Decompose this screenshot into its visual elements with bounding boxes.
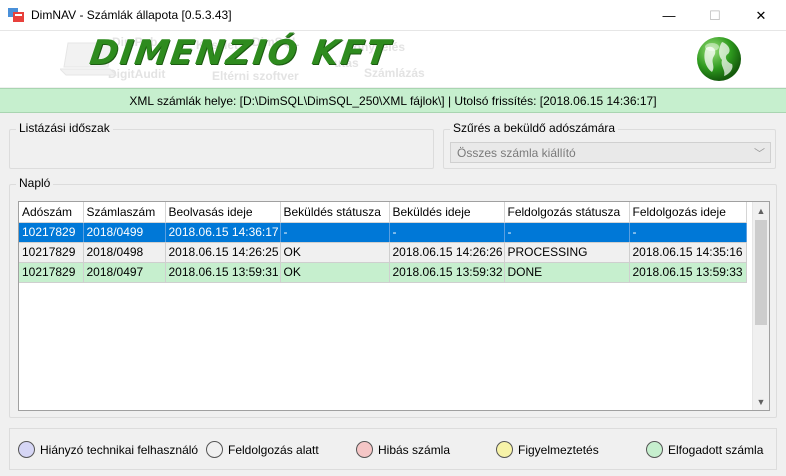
cell-submit-time: 2018.06.15 13:59:32 xyxy=(389,262,505,283)
column-header-tax-number[interactable]: Adószám xyxy=(19,202,84,223)
listing-period-group: Listázási időszak xyxy=(9,121,434,169)
cell-submit-time: - xyxy=(389,222,505,243)
cell-submit-status: - xyxy=(280,222,390,243)
table-row[interactable]: 10217829 2018/0499 2018.06.15 14:36:17 -… xyxy=(19,222,747,243)
cell-submit-time: 2018.06.15 14:26:26 xyxy=(389,242,505,263)
filter-group: Szűrés a beküldő adószámára Összes száml… xyxy=(443,121,776,169)
issuer-filter-select[interactable]: Összes számla kiállító ﹀ xyxy=(450,142,771,163)
company-banner: DimPub Készlet DimSQL Könyvelés DigitAud… xyxy=(0,31,786,87)
table-header-row: Adószám Számlaszám Beolvasás ideje Bekül… xyxy=(19,202,747,223)
column-header-process-status[interactable]: Feldolgozás státusza xyxy=(504,202,630,223)
legend-label: Feldolgozás alatt xyxy=(228,442,319,457)
cell-read-time: 2018.06.15 13:59:31 xyxy=(165,262,281,283)
maximize-button[interactable]: ☐ xyxy=(692,0,738,31)
color-dot-icon xyxy=(206,441,223,458)
cell-process-time: 2018.06.15 14:35:16 xyxy=(629,242,747,263)
title-bar: DimNAV - Számlák állapota [0.5.3.43] — ☐… xyxy=(0,0,786,31)
column-header-submit-time[interactable]: Beküldés ideje xyxy=(389,202,505,223)
scroll-up-icon[interactable]: ▲ xyxy=(753,202,769,219)
table-row[interactable]: 10217829 2018/0497 2018.06.15 13:59:31 O… xyxy=(19,262,747,283)
close-button[interactable]: ✕ xyxy=(738,0,784,31)
table-row[interactable]: 10217829 2018/0498 2018.06.15 14:26:25 O… xyxy=(19,242,747,263)
status-bar: XML számlák helye: [D:\DimSQL\DimSQL_250… xyxy=(0,88,786,113)
minimize-button[interactable]: — xyxy=(646,0,692,31)
cell-process-time: - xyxy=(629,222,747,243)
status-legend: Hiányzó technikai felhasználó Feldolgozá… xyxy=(9,428,777,470)
cell-read-time: 2018.06.15 14:26:25 xyxy=(165,242,281,263)
listing-period-label: Listázási időszak xyxy=(16,121,113,135)
legend-item-warning: Figyelmeztetés xyxy=(496,441,599,458)
issuer-filter-value: Összes számla kiállító xyxy=(457,146,576,160)
color-dot-icon xyxy=(18,441,35,458)
globe-icon xyxy=(697,37,741,81)
legend-item-missing-user: Hiányzó technikai felhasználó xyxy=(18,441,198,458)
cell-tax-number: 10217829 xyxy=(19,262,84,283)
color-dot-icon xyxy=(646,441,663,458)
cell-invoice-number: 2018/0497 xyxy=(83,262,166,283)
cell-process-status: DONE xyxy=(504,262,630,283)
color-dot-icon xyxy=(356,441,373,458)
scroll-down-icon[interactable]: ▼ xyxy=(753,393,769,410)
cell-invoice-number: 2018/0499 xyxy=(83,222,166,243)
vertical-scrollbar[interactable]: ▲ ▼ xyxy=(752,202,769,410)
legend-item-accepted: Elfogadott számla xyxy=(646,441,763,458)
window-title: DimNAV - Számlák állapota [0.5.3.43] xyxy=(31,8,232,22)
column-header-submit-status[interactable]: Beküldés státusza xyxy=(280,202,390,223)
legend-label: Hibás számla xyxy=(378,442,451,457)
legend-label: Figyelmeztetés xyxy=(518,442,599,457)
column-header-invoice-number[interactable]: Számlaszám xyxy=(83,202,166,223)
column-header-process-time[interactable]: Feldolgozás ideje xyxy=(629,202,747,223)
legend-label: Elfogadott számla xyxy=(668,442,764,457)
company-logo: DIMENZIÓ KFT xyxy=(87,33,395,73)
filter-label: Szűrés a beküldő adószámára xyxy=(450,121,619,135)
legend-item-error: Hibás számla xyxy=(356,441,450,458)
cell-tax-number: 10217829 xyxy=(19,222,84,243)
log-label: Napló xyxy=(16,176,54,190)
legend-label: Hiányzó technikai felhasználó xyxy=(40,442,199,457)
cell-submit-status: OK xyxy=(280,242,390,263)
cell-process-status: PROCESSING xyxy=(504,242,630,263)
app-icon xyxy=(8,8,24,22)
cell-tax-number: 10217829 xyxy=(19,242,84,263)
cell-read-time: 2018.06.15 14:36:17 xyxy=(165,222,281,243)
scrollbar-thumb[interactable] xyxy=(755,220,767,325)
cell-invoice-number: 2018/0498 xyxy=(83,242,166,263)
log-table-container: Adószám Számlaszám Beolvasás ideje Bekül… xyxy=(18,201,770,411)
chevron-down-icon: ﹀ xyxy=(754,148,765,160)
color-dot-icon xyxy=(496,441,513,458)
cell-submit-status: OK xyxy=(280,262,390,283)
legend-item-processing: Feldolgozás alatt xyxy=(206,441,319,458)
column-header-read-time[interactable]: Beolvasás ideje xyxy=(165,202,281,223)
cell-process-time: 2018.06.15 13:59:33 xyxy=(629,262,747,283)
log-table: Adószám Számlaszám Beolvasás ideje Bekül… xyxy=(19,202,747,283)
cell-process-status: - xyxy=(504,222,630,243)
